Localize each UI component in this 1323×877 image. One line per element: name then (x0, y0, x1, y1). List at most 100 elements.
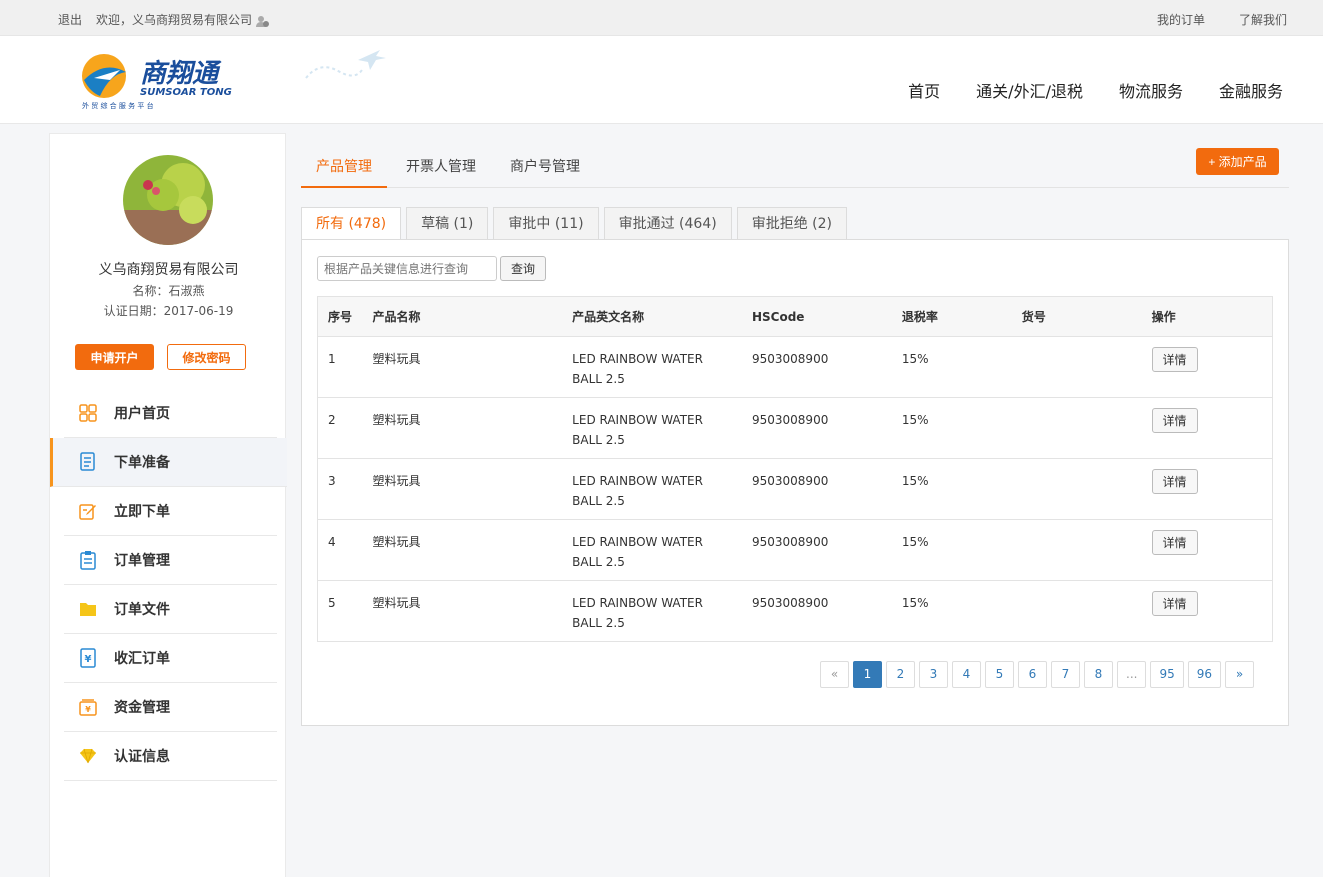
logout-link[interactable]: 退出 (58, 11, 82, 28)
cell-en-line1: LED RAINBOW WATER (572, 535, 703, 549)
change-password-button[interactable]: 修改密码 (167, 344, 246, 370)
sidebar-item-order-prep[interactable]: 下单准备 (50, 438, 287, 487)
table-row: 2 塑料玩具 LED RAINBOW WATER BALL 2.5 9503008… (317, 397, 1273, 459)
pager-page[interactable]: 95 (1150, 661, 1184, 688)
cell-no: 5 (317, 580, 363, 642)
sidebar-item-fund-management[interactable]: ¥ 资金管理 (64, 683, 277, 732)
detail-button[interactable]: 详情 (1151, 530, 1198, 555)
filter-rejected[interactable]: 审批拒绝 (2) (736, 207, 847, 240)
svg-text:¥: ¥ (85, 705, 91, 714)
cell-en-line2: BALL 2.5 (572, 616, 625, 630)
cell-sku (1011, 397, 1142, 459)
pager-prev[interactable]: « (820, 661, 849, 688)
pager-page[interactable]: 1 (853, 661, 882, 688)
pager-page[interactable]: 5 (985, 661, 1014, 688)
certification-date: 认证日期：2017-06-19 (103, 304, 234, 318)
yen-document-icon: ¥ (78, 648, 98, 668)
detail-button[interactable]: 详情 (1151, 408, 1198, 433)
tab-product-management[interactable]: 产品管理 (301, 148, 387, 188)
cell-en-name: LED RAINBOW WATER BALL 2.5 (562, 458, 742, 520)
cell-no: 4 (317, 519, 363, 581)
sidebar-item-order-management[interactable]: 订单管理 (64, 536, 277, 585)
about-us-link[interactable]: 了解我们 (1239, 11, 1287, 28)
nav-finance[interactable]: 金融服务 (1219, 78, 1283, 102)
filter-all[interactable]: 所有 (478) (301, 207, 402, 240)
cell-sku (1011, 519, 1142, 581)
pager-ellipsis: ... (1117, 661, 1147, 688)
pager-next[interactable]: » (1225, 661, 1255, 688)
cell-en-line1: LED RAINBOW WATER (572, 352, 703, 366)
pager-page[interactable]: 4 (952, 661, 981, 688)
cell-name: 塑料玩具 (362, 397, 563, 459)
tab-merchant-management[interactable]: 商户号管理 (495, 148, 595, 188)
tab-invoicer-management[interactable]: 开票人管理 (391, 148, 491, 188)
sidebar-item-receipt-orders[interactable]: ¥ 收汇订单 (64, 634, 277, 683)
site-logo[interactable]: 商翔通 SUMSOAR TONG 外 贸 综 合 服 务 平 台 (80, 50, 250, 112)
sidebar-item-label: 订单文件 (114, 602, 170, 618)
filter-approved[interactable]: 审批通过 (464) (603, 207, 732, 240)
cell-action: 详情 (1141, 519, 1273, 581)
svg-text:¥: ¥ (85, 654, 92, 665)
nav-customs[interactable]: 通关/外汇/退税 (976, 78, 1083, 102)
pager-page[interactable]: 7 (1051, 661, 1080, 688)
cell-tax-rate: 15% (891, 580, 1012, 642)
users-icon (256, 15, 270, 27)
product-list-panel: 查询 序号 产品名称 产品英文名称 HSCode 退税率 货号 操作 1 塑料玩… (301, 239, 1289, 726)
cell-action: 详情 (1141, 580, 1273, 642)
avatar (123, 155, 213, 245)
cell-en-line2: BALL 2.5 (572, 433, 625, 447)
main-tabs: 产品管理 开票人管理 商户号管理 (301, 148, 1289, 188)
sidebar-item-label: 认证信息 (114, 749, 170, 765)
edit-icon (78, 501, 98, 521)
pagination: « 1 2 3 4 5 6 7 8 ... 95 96 » (820, 661, 1255, 688)
col-header-sku: 货号 (1011, 296, 1142, 337)
filter-pending[interactable]: 审批中 (11) (493, 207, 599, 240)
cell-tax-rate: 15% (891, 336, 1012, 398)
document-icon (78, 452, 98, 472)
plane-decoration-icon (305, 50, 386, 79)
pager-page[interactable]: 6 (1018, 661, 1047, 688)
cell-hscode: 9503008900 (741, 397, 892, 459)
apply-account-button[interactable]: 申请开户 (75, 344, 154, 370)
cell-en-name: LED RAINBOW WATER BALL 2.5 (562, 397, 742, 459)
pager-page[interactable]: 3 (919, 661, 948, 688)
cell-en-line1: LED RAINBOW WATER (572, 413, 703, 427)
table-row: 3 塑料玩具 LED RAINBOW WATER BALL 2.5 9503008… (317, 458, 1273, 520)
cell-hscode: 9503008900 (741, 580, 892, 642)
folder-icon (78, 599, 98, 619)
detail-button[interactable]: 详情 (1151, 469, 1198, 494)
search-input[interactable] (317, 256, 497, 281)
cell-en-name: LED RAINBOW WATER BALL 2.5 (562, 336, 742, 398)
sidebar-item-certification[interactable]: 认证信息 (64, 732, 277, 781)
sidebar-item-place-order[interactable]: 立即下单 (64, 487, 277, 536)
cell-hscode: 9503008900 (741, 519, 892, 581)
sidebar-item-user-home[interactable]: 用户首页 (64, 389, 277, 438)
clipboard-icon (78, 550, 98, 570)
detail-button[interactable]: 详情 (1151, 347, 1198, 372)
col-header-name: 产品名称 (362, 296, 563, 337)
my-orders-link[interactable]: 我的订单 (1157, 11, 1205, 28)
cell-sku (1011, 580, 1142, 642)
nav-logistics[interactable]: 物流服务 (1119, 78, 1183, 102)
pager-page[interactable]: 96 (1187, 661, 1222, 688)
filter-draft[interactable]: 草稿 (1) (406, 207, 489, 240)
logo-en-text: SUMSOAR TONG (140, 87, 232, 98)
cell-name: 塑料玩具 (362, 458, 563, 520)
pager-page[interactable]: 2 (886, 661, 915, 688)
sidebar-item-label: 下单准备 (114, 455, 170, 471)
search-button[interactable]: 查询 (500, 256, 546, 281)
pager-page[interactable]: 8 (1084, 661, 1113, 688)
sidebar-menu: 用户首页 下单准备 立即下单 订单管理 订单文件 ¥ 收汇订单 ¥ 资金管理 认… (50, 389, 287, 781)
top-bar: 退出 欢迎，义乌商翔贸易有限公司 我的订单 了解我们 (0, 0, 1323, 36)
cell-action: 详情 (1141, 397, 1273, 459)
col-header-en-name: 产品英文名称 (562, 296, 742, 337)
sidebar-item-label: 收汇订单 (114, 651, 170, 667)
nav-home[interactable]: 首页 (908, 78, 940, 102)
cell-en-line2: BALL 2.5 (572, 494, 625, 508)
sidebar-item-order-files[interactable]: 订单文件 (64, 585, 277, 634)
add-product-button[interactable]: + 添加产品 (1196, 148, 1279, 175)
detail-button[interactable]: 详情 (1151, 591, 1198, 616)
main-nav: 首页 通关/外汇/退税 物流服务 金融服务 (908, 78, 1283, 102)
cell-no: 2 (317, 397, 363, 459)
wallet-icon: ¥ (78, 697, 98, 717)
